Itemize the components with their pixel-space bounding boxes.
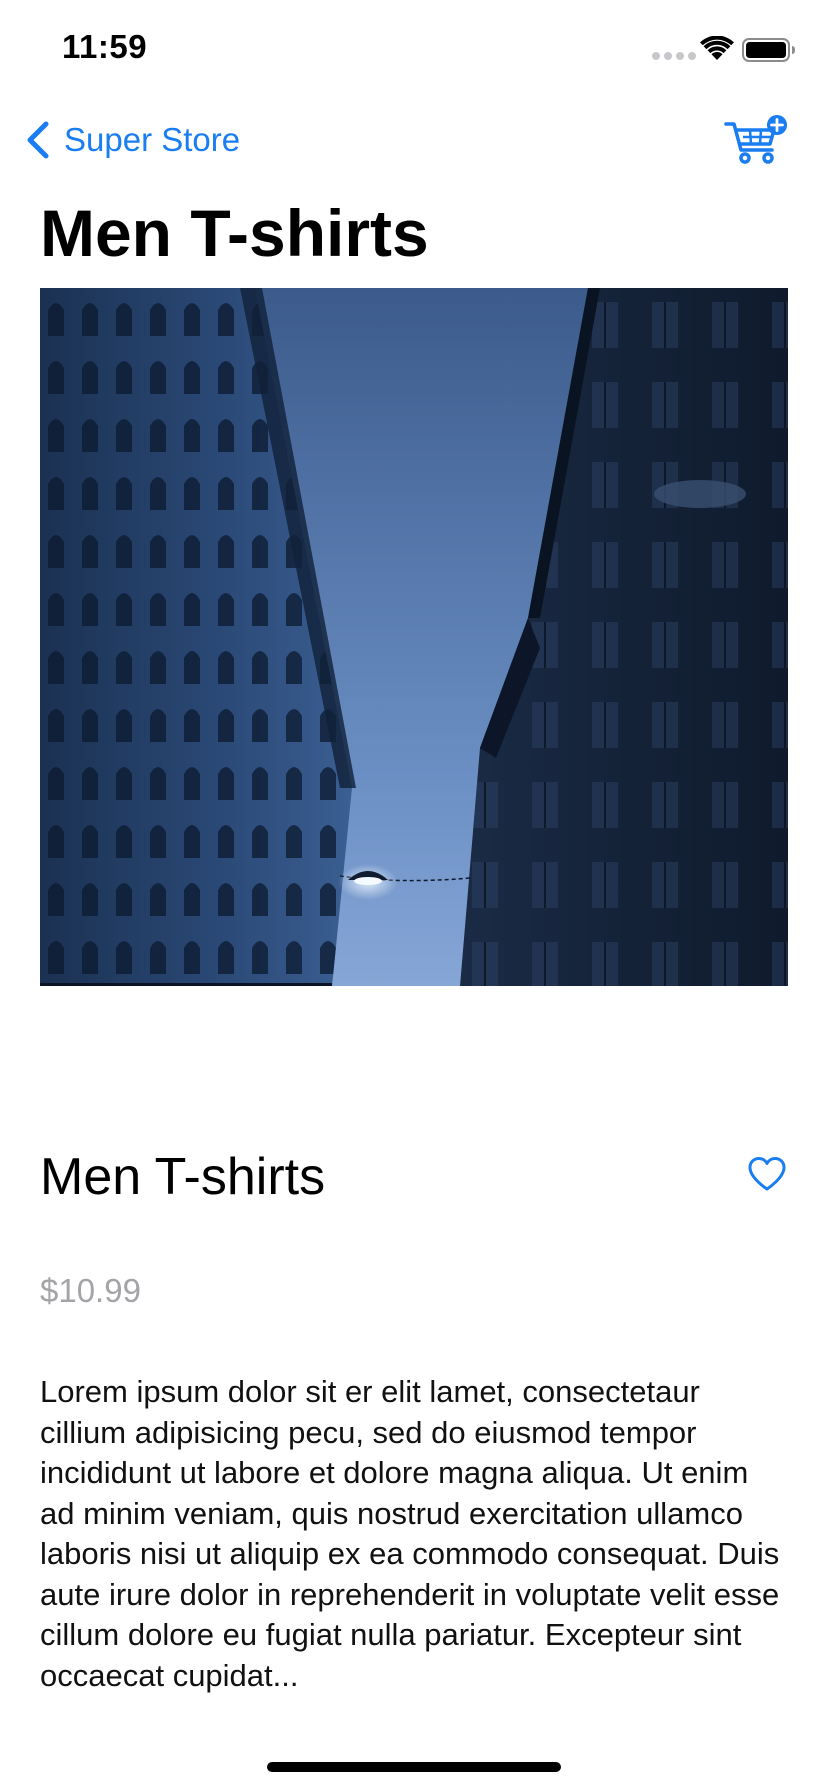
back-button-label: Super Store	[64, 121, 241, 158]
page-title: Men T-shirts	[40, 196, 429, 270]
wifi-icon	[700, 36, 734, 60]
status-time: 11:59	[62, 28, 148, 65]
home-indicator[interactable]	[267, 1762, 561, 1772]
back-button[interactable]: Super Store	[24, 120, 240, 160]
cellular-signal-icon	[652, 52, 696, 60]
heart-icon[interactable]	[747, 1156, 787, 1192]
product-price: $10.99	[40, 1272, 141, 1309]
chevron-left-icon	[27, 121, 49, 159]
navigation-bar: Super Store	[0, 110, 828, 180]
product-name: Men T-shirts	[40, 1148, 326, 1206]
cart-add-icon[interactable]	[724, 114, 790, 170]
status-bar: 11:59	[0, 0, 828, 100]
product-description: Lorem ipsum dolor sit er elit lamet, con…	[40, 1374, 780, 1693]
product-image	[40, 288, 788, 986]
battery-icon	[742, 38, 795, 62]
